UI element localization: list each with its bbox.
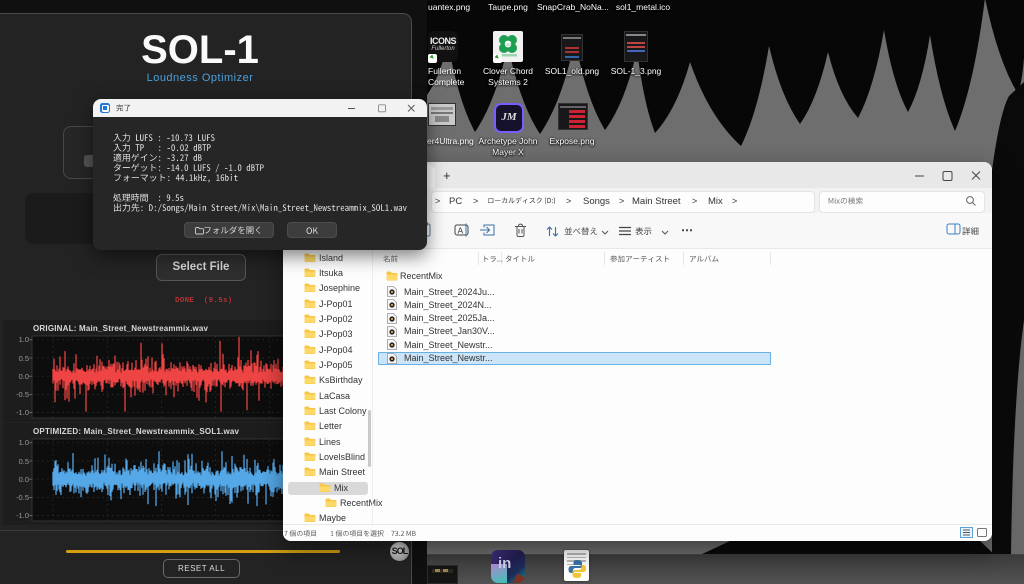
svg-text:A: A	[458, 226, 464, 236]
svg-text:CCS: CCS	[504, 43, 512, 47]
